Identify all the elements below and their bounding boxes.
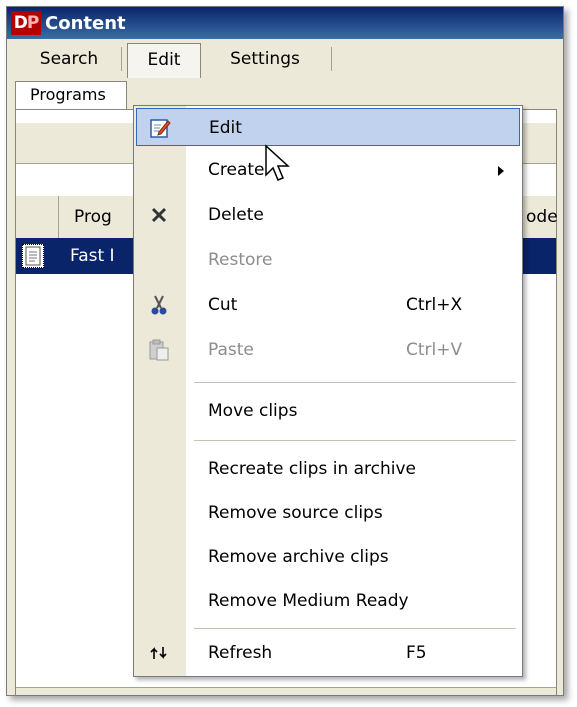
menu-item-label: Recreate clips in archive — [208, 459, 417, 479]
menu-item-label: Cut — [208, 295, 238, 315]
app-logo: DP — [11, 11, 41, 35]
column-header-code[interactable]: ode — [526, 196, 558, 238]
menu-item-restore[interactable]: Restore — [136, 241, 520, 279]
window-title: Content — [45, 12, 126, 34]
menu-item-label: Create — [208, 160, 265, 180]
edit-menu-dropdown: Edit Create Delete Restore Cut Ctrl+X Pa… — [133, 105, 523, 677]
paste-icon — [144, 331, 174, 369]
menu-item-label: Remove Medium Ready — [208, 591, 409, 611]
menu-item-shortcut: Ctrl+V — [406, 340, 463, 360]
submenu-arrow-icon — [498, 166, 504, 176]
column-header-program[interactable]: Prog — [74, 196, 112, 238]
menu-separator — [194, 382, 516, 383]
menu-item-shortcut: Ctrl+X — [406, 295, 463, 315]
menu-edit[interactable]: Edit — [127, 43, 201, 78]
document-icon — [22, 244, 44, 268]
menu-item-label: Remove archive clips — [208, 547, 389, 567]
menu-bar: Search Edit Settings — [7, 39, 563, 80]
menu-item-label: Paste — [208, 340, 254, 360]
menu-settings[interactable]: Settings — [209, 43, 321, 75]
menu-item-remove-source-clips[interactable]: Remove source clips — [136, 494, 520, 532]
menu-item-paste[interactable]: Paste Ctrl+V — [136, 331, 520, 369]
menu-separator — [121, 47, 122, 71]
menu-separator — [331, 47, 332, 71]
menu-item-label: Edit — [209, 118, 242, 138]
tab-programs[interactable]: Programs — [15, 81, 127, 109]
refresh-icon — [144, 634, 174, 672]
menu-item-cut[interactable]: Cut Ctrl+X — [136, 286, 520, 324]
delete-x-icon — [144, 196, 174, 234]
menu-item-label: Move clips — [208, 401, 298, 421]
row-header-corner[interactable] — [16, 196, 59, 238]
menu-separator — [194, 440, 516, 441]
menu-item-remove-medium-ready[interactable]: Remove Medium Ready — [136, 582, 520, 620]
menu-item-refresh[interactable]: Refresh F5 — [136, 634, 520, 672]
menu-item-label: Restore — [208, 250, 273, 270]
mouse-pointer-icon — [263, 143, 293, 187]
menu-search[interactable]: Search — [27, 43, 111, 75]
menu-item-remove-archive-clips[interactable]: Remove archive clips — [136, 538, 520, 576]
menu-item-shortcut: F5 — [406, 643, 427, 663]
title-bar[interactable]: DP Content — [7, 7, 563, 39]
menu-item-move-clips[interactable]: Move clips — [136, 392, 520, 430]
menu-item-label: Remove source clips — [208, 503, 383, 523]
menu-item-edit[interactable]: Edit — [136, 108, 520, 146]
menu-item-label: Delete — [208, 205, 264, 225]
menu-item-recreate-clips[interactable]: Recreate clips in archive — [136, 450, 520, 488]
content-window: DP Content Search Edit Settings Programs… — [6, 6, 564, 696]
menu-separator — [194, 628, 516, 629]
menu-item-label: Refresh — [208, 643, 273, 663]
menu-item-create[interactable]: Create — [136, 151, 520, 189]
row-program-name: Fast I — [70, 246, 115, 266]
menu-item-delete[interactable]: Delete — [136, 196, 520, 234]
cut-icon — [144, 286, 174, 324]
edit-icon — [145, 109, 175, 147]
horizontal-scrollbar[interactable] — [16, 687, 556, 695]
